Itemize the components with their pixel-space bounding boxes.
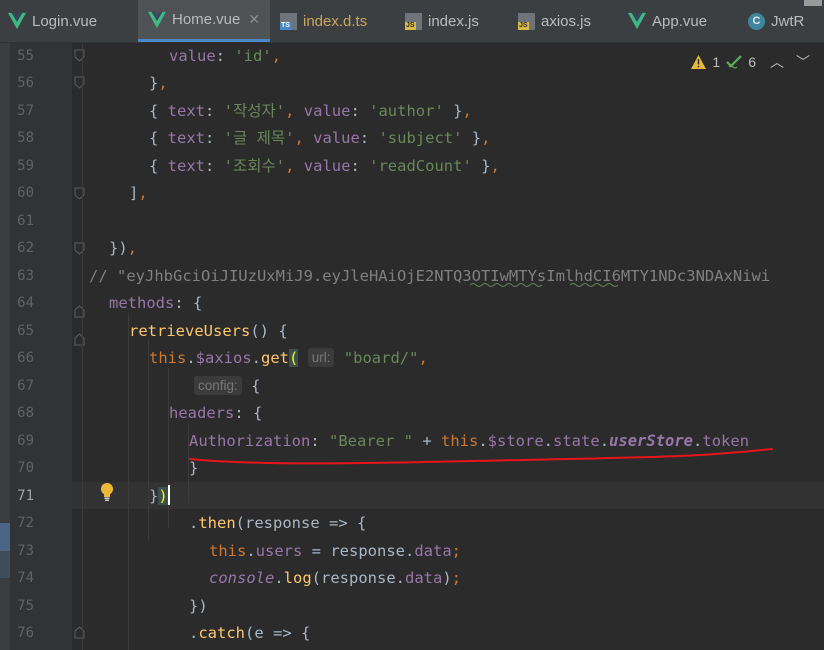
- line-number: 72: [17, 515, 34, 531]
- line-number: 57: [17, 103, 34, 119]
- line-number: 75: [17, 598, 34, 614]
- code-line-68: headers: {: [169, 404, 263, 422]
- tab-home-vue[interactable]: Home.vue ✕: [138, 0, 270, 42]
- code-line-57: { text: '작성자', value: 'author' },: [149, 102, 472, 120]
- class-icon: C: [748, 12, 765, 30]
- code-line-55: value: 'id',: [169, 47, 282, 65]
- line-number: 62: [17, 240, 34, 256]
- js-file-icon: JS: [518, 12, 535, 30]
- code-line-60: ],: [129, 184, 148, 202]
- ts-file-icon: TS: [280, 12, 297, 30]
- parameter-hint-config: config:: [194, 376, 242, 395]
- code-line-59: { text: '조회수', value: 'readCount' },: [149, 157, 500, 175]
- code-line-67: config: {: [194, 373, 260, 400]
- warning-icon: [691, 55, 707, 69]
- line-number: 56: [17, 75, 34, 91]
- tab-label: axios.js: [541, 12, 592, 30]
- tab-axios-js[interactable]: JS axios.js: [518, 0, 623, 42]
- typo-count: 6: [748, 54, 756, 70]
- close-icon[interactable]: ✕: [248, 11, 260, 28]
- warning-count: 1: [712, 54, 721, 70]
- tab-label: App.vue: [652, 12, 708, 30]
- vue-icon: [8, 12, 26, 30]
- line-number: 69: [17, 433, 34, 449]
- vue-icon: [148, 11, 166, 28]
- code-line-70: }: [189, 459, 199, 477]
- line-number: 60: [17, 185, 34, 201]
- tab-label: Login.vue: [32, 12, 98, 30]
- text-caret: [167, 485, 170, 505]
- code-line-72: .then(response => {: [189, 514, 367, 532]
- tab-overflow-icon[interactable]: [800, 0, 822, 10]
- typo-squiggle: [470, 283, 619, 287]
- code-line-69: Authorization: "Bearer " + this.$store.s…: [189, 432, 750, 450]
- chevron-down-icon[interactable]: ﹀: [796, 52, 810, 72]
- tab-label: index.d.ts: [303, 12, 368, 30]
- line-number: 59: [17, 158, 34, 174]
- code-line-74: console.log(response.data);: [209, 569, 462, 587]
- tab-login-vue[interactable]: Login.vue: [8, 0, 138, 42]
- vue-icon: [628, 12, 646, 30]
- line-number: 63: [17, 268, 34, 284]
- typo-check-icon: [726, 55, 742, 69]
- line-number: 64: [17, 295, 34, 311]
- tab-index-js[interactable]: JS index.js: [405, 0, 510, 42]
- code-line-75: }): [189, 597, 208, 615]
- chevron-up-icon[interactable]: ︿: [770, 52, 784, 72]
- code-line-62: }),: [109, 239, 138, 257]
- inspection-widget[interactable]: 1 6 ︿ ﹀: [691, 50, 810, 74]
- code-line-73: this.users = response.data;: [209, 542, 462, 560]
- tab-index-d-ts[interactable]: TS index.d.ts: [280, 0, 398, 42]
- line-number: 68: [17, 405, 34, 421]
- line-number: 67: [17, 378, 34, 394]
- line-number: 73: [17, 543, 34, 559]
- vcs-change-strip: [0, 43, 10, 650]
- code-line-76: .catch(e => {: [189, 624, 311, 642]
- line-number-current: 71: [17, 488, 34, 504]
- parameter-hint-url: url:: [307, 348, 335, 367]
- tab-label: JwtR: [771, 12, 805, 30]
- line-number: 58: [17, 130, 34, 146]
- code-editor[interactable]: value: 'id', }, { text: '작성자', value: 'a…: [72, 43, 824, 650]
- tab-app-vue[interactable]: App.vue: [628, 0, 738, 42]
- code-line-56: },: [149, 74, 168, 92]
- tab-label: index.js: [428, 12, 479, 30]
- line-number: 66: [17, 350, 34, 366]
- code-line-64: methods: {: [109, 294, 203, 312]
- line-number: 74: [17, 570, 34, 586]
- line-number: 55: [17, 48, 34, 64]
- line-number: 76: [17, 625, 34, 641]
- editor-tab-bar: Login.vue Home.vue ✕ TS index.d.ts JS in…: [0, 0, 824, 43]
- code-line-58: { text: '글 제목', value: 'subject' },: [149, 129, 491, 147]
- code-line-65: retrieveUsers() {: [129, 322, 288, 340]
- js-file-icon: JS: [405, 12, 422, 30]
- tab-label: Home.vue: [172, 11, 241, 28]
- code-line-66: this.$axios.get( url: "board/",: [149, 348, 428, 367]
- code-line-71: }): [149, 485, 170, 505]
- line-number: 61: [17, 213, 34, 229]
- line-number: 65: [17, 323, 34, 339]
- lightbulb-icon[interactable]: [99, 482, 115, 502]
- line-number: 70: [17, 460, 34, 476]
